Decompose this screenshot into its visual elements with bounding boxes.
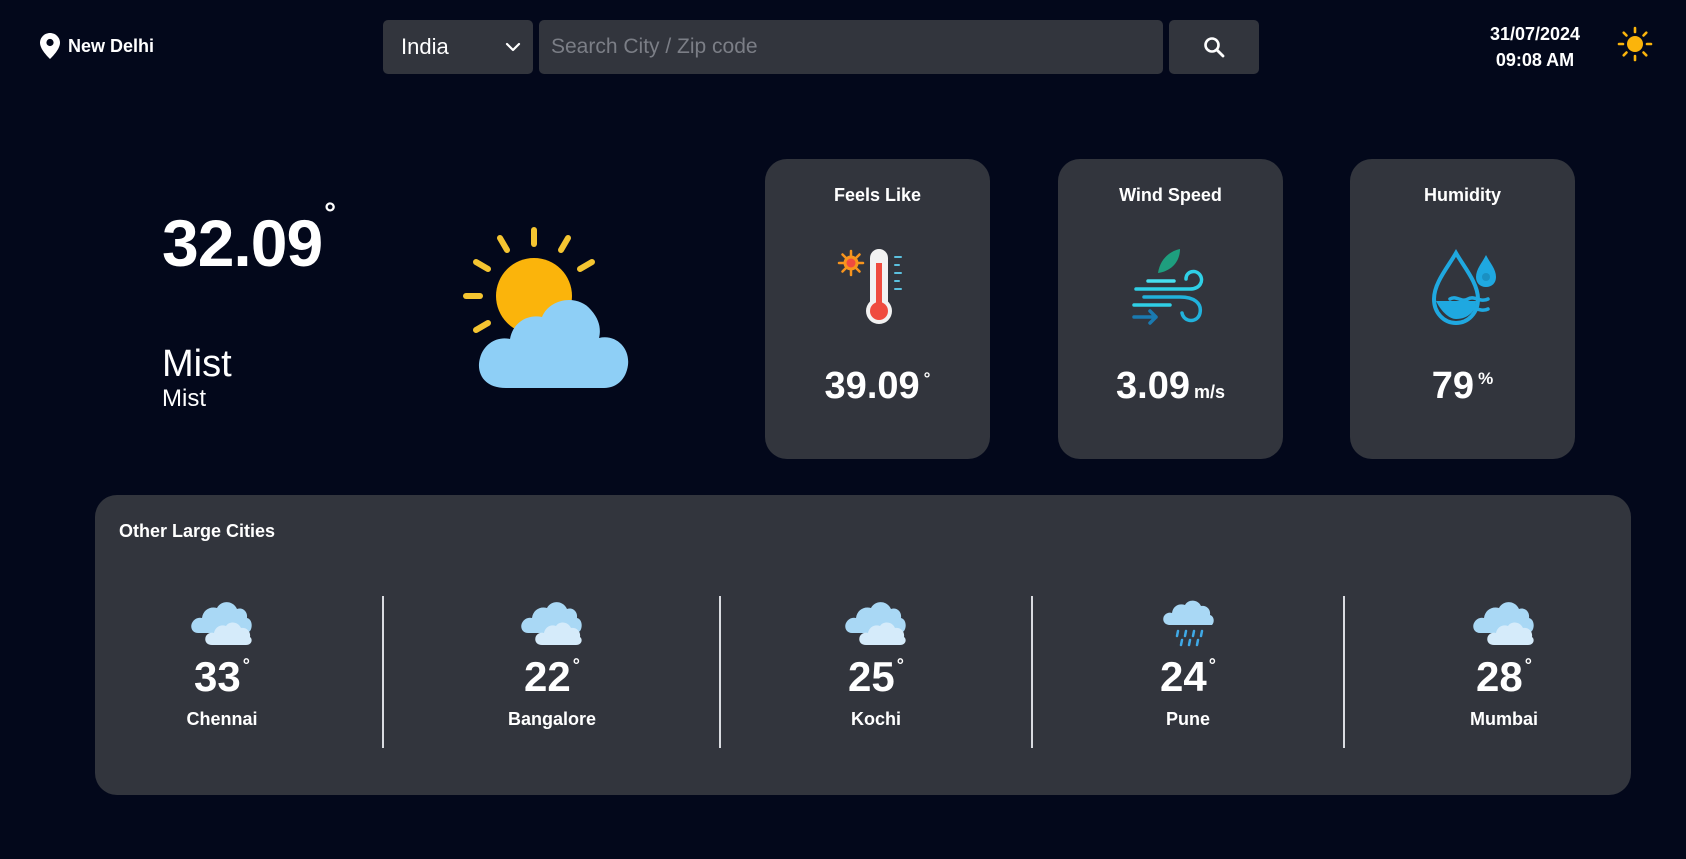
thermometer-icon xyxy=(837,249,902,324)
city-temperature: 28 ° xyxy=(1404,653,1604,701)
partly-cloudy-sun-icon xyxy=(463,227,629,388)
current-location[interactable]: New Delhi xyxy=(40,33,154,59)
feels-like-title: Feels Like xyxy=(833,185,922,205)
location-label: New Delhi xyxy=(68,35,155,56)
wind-icon xyxy=(1132,249,1204,325)
city-card-mumbai[interactable]: 28 ° Mumbai xyxy=(1404,595,1604,730)
degree-symbol: ° xyxy=(896,655,904,675)
humidity-value: 79% xyxy=(1350,365,1575,408)
country-select-value: India xyxy=(401,34,449,59)
city-divider xyxy=(1031,596,1033,748)
city-temperature: 22 ° xyxy=(452,653,652,701)
map-pin-icon xyxy=(40,33,60,59)
feels-like-value: 39.09 ° xyxy=(765,365,990,408)
degree-symbol: ° xyxy=(242,655,250,675)
current-temperature-value: 32.09 xyxy=(162,206,323,280)
cloudy-icon xyxy=(521,602,582,645)
cloudy-icon xyxy=(191,602,252,645)
cloudy-icon xyxy=(845,602,906,645)
degree-symbol: ° xyxy=(1524,655,1532,675)
wind-speed-card: Wind Speed 3.09 m/s xyxy=(1058,159,1283,459)
wind-speed-number: 3.09 xyxy=(1116,365,1190,407)
current-description: Mist xyxy=(162,385,206,412)
city-temp-value: 33 xyxy=(194,653,241,700)
current-time: 09:08 AM xyxy=(1495,50,1575,70)
search-icon xyxy=(1204,37,1225,58)
current-temperature: 32.09° xyxy=(162,197,336,281)
degree-symbol: ° xyxy=(324,197,336,230)
city-temp-value: 25 xyxy=(848,653,895,700)
humidity-card: Humidity 79% xyxy=(1350,159,1575,459)
wind-speed-title: Wind Speed xyxy=(1119,185,1222,205)
city-divider xyxy=(719,596,721,748)
city-name: Kochi xyxy=(850,709,901,729)
city-temperature: 33 ° xyxy=(122,653,322,701)
city-divider xyxy=(382,596,384,748)
other-cities-panel: Other Large Cities 33 ° Chennai 22 ° Banga… xyxy=(95,495,1631,795)
theme-toggle-button[interactable] xyxy=(1617,26,1653,62)
degree-symbol: ° xyxy=(1208,655,1216,675)
city-temp-value: 28 xyxy=(1476,653,1523,700)
city-name: Chennai xyxy=(186,709,258,729)
city-card-kochi[interactable]: 25 ° Kochi xyxy=(776,595,976,730)
humidity-unit: % xyxy=(1478,369,1494,389)
city-card-chennai[interactable]: 33 ° Chennai xyxy=(122,595,322,730)
country-select[interactable]: India xyxy=(383,20,533,74)
city-temp-value: 22 xyxy=(524,653,571,700)
search-input[interactable] xyxy=(539,20,1163,74)
cloudy-icon xyxy=(1473,602,1534,645)
chevron-down-icon xyxy=(505,42,521,52)
date-time: 31/07/2024 09:08 AM xyxy=(1470,21,1600,73)
feels-like-card: Feels Like 39.09 ° xyxy=(765,159,990,459)
other-cities-title: Other Large Cities xyxy=(119,521,276,541)
rain-cloud-icon xyxy=(1163,600,1214,647)
sun-icon xyxy=(1617,26,1653,62)
city-name: Mumbai xyxy=(1469,709,1538,729)
current-condition: Mist xyxy=(162,343,232,385)
city-temperature: 25 ° xyxy=(776,653,976,701)
humidity-drops-icon xyxy=(1431,248,1496,326)
feels-like-unit: ° xyxy=(923,369,931,389)
wind-speed-value: 3.09 m/s xyxy=(1058,365,1283,408)
city-temperature: 24 ° xyxy=(1088,653,1288,701)
city-card-pune[interactable]: 24 ° Pune xyxy=(1088,595,1288,730)
degree-symbol: ° xyxy=(572,655,580,675)
current-date: 31/07/2024 xyxy=(1489,24,1581,44)
city-card-bangalore[interactable]: 22 ° Bangalore xyxy=(452,595,652,730)
search-button[interactable] xyxy=(1169,20,1259,74)
humidity-title: Humidity xyxy=(1423,185,1501,205)
city-temp-value: 24 xyxy=(1160,653,1207,700)
feels-like-number: 39.09 xyxy=(824,365,920,407)
city-name: Bangalore xyxy=(507,709,597,729)
wind-speed-unit: m/s xyxy=(1193,382,1225,402)
humidity-number: 79 xyxy=(1431,365,1475,407)
city-name: Pune xyxy=(1165,709,1210,729)
city-divider xyxy=(1343,596,1345,748)
